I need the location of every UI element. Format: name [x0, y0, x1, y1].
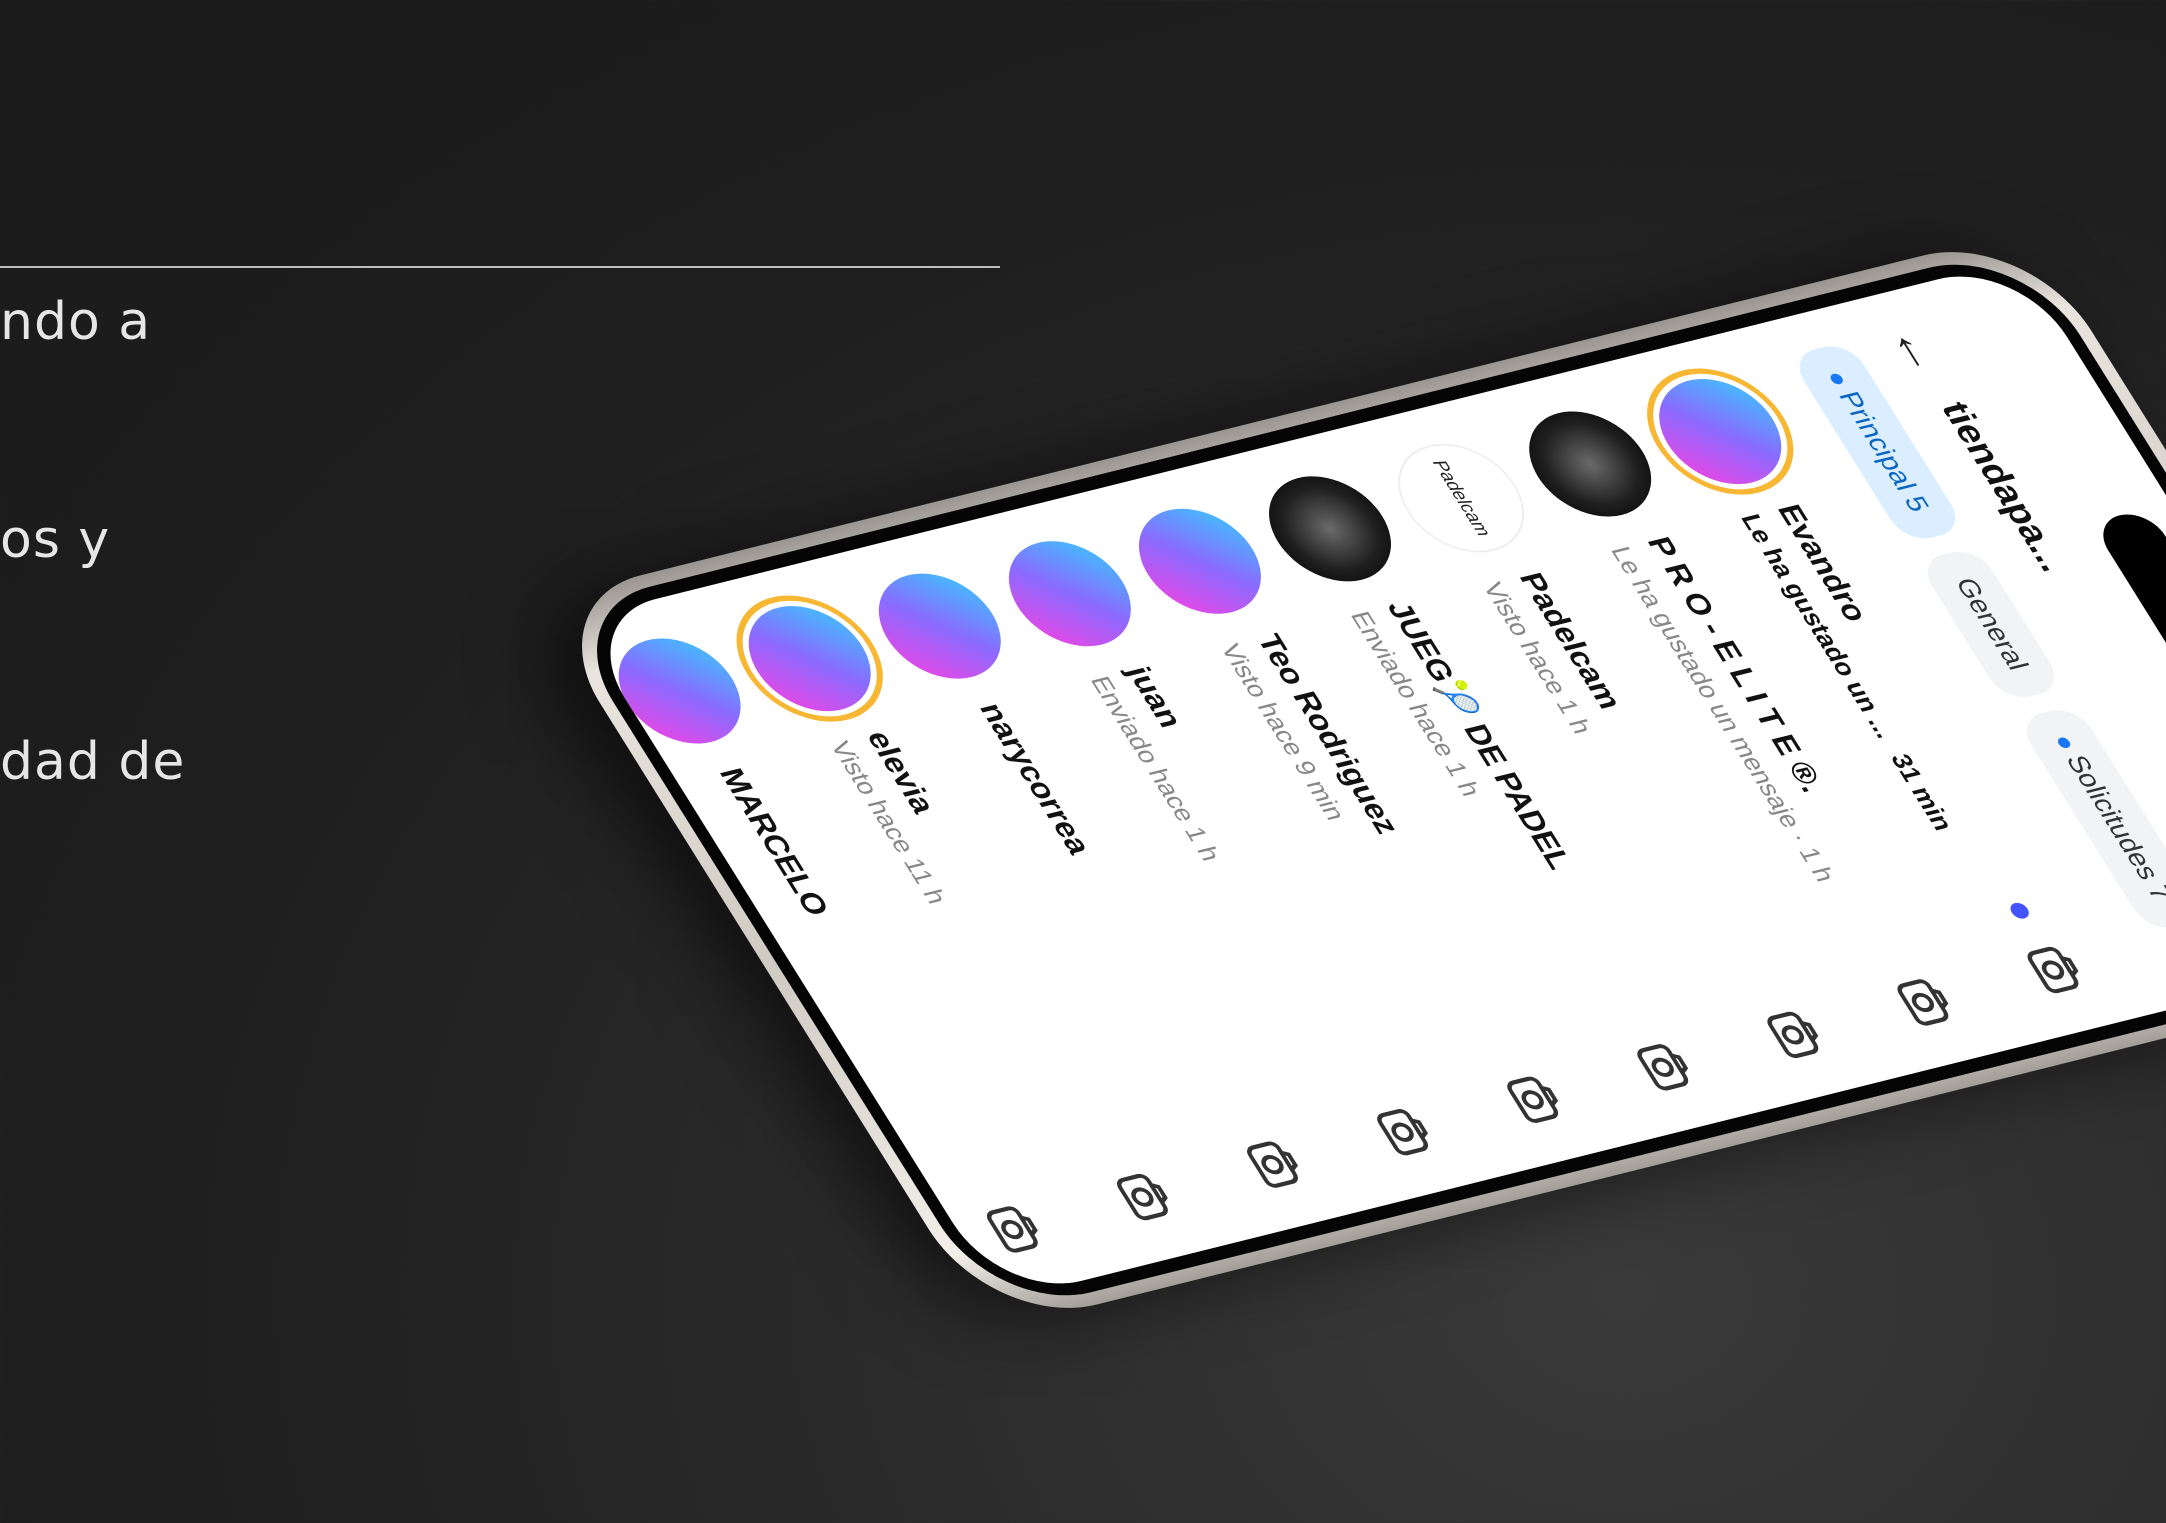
avatar-logo-text: Padelcam [1428, 457, 1495, 539]
tab-dot [2055, 736, 2073, 750]
camera-icon[interactable] [2014, 937, 2098, 1001]
camera-icon[interactable] [974, 1197, 1058, 1261]
arrow-left-icon[interactable]: ← [1877, 320, 1959, 380]
camera-icon[interactable] [1624, 1035, 1708, 1099]
camera-icon[interactable] [1104, 1164, 1188, 1228]
tab-general-label: General [1948, 575, 2035, 673]
tab-principal-label: Principal 5 [1832, 388, 1936, 515]
camera-icon[interactable] [1364, 1099, 1448, 1163]
phone-mockup: ← tiendapa... ↗ ✎ Principal 5 General So… [536, 229, 2166, 1331]
side-text-line-2: os y [0, 510, 111, 570]
tab-dot [1828, 372, 1846, 386]
camera-icon[interactable] [1754, 1002, 1838, 1066]
camera-icon[interactable] [1494, 1067, 1578, 1131]
side-text-line-3: dad de [0, 732, 186, 792]
divider-line [0, 266, 1000, 268]
side-text-line-1: ndo a [0, 292, 152, 352]
camera-icon[interactable] [1234, 1132, 1318, 1196]
unread-dot [2007, 901, 2033, 921]
camera-icon[interactable] [1884, 970, 1968, 1034]
